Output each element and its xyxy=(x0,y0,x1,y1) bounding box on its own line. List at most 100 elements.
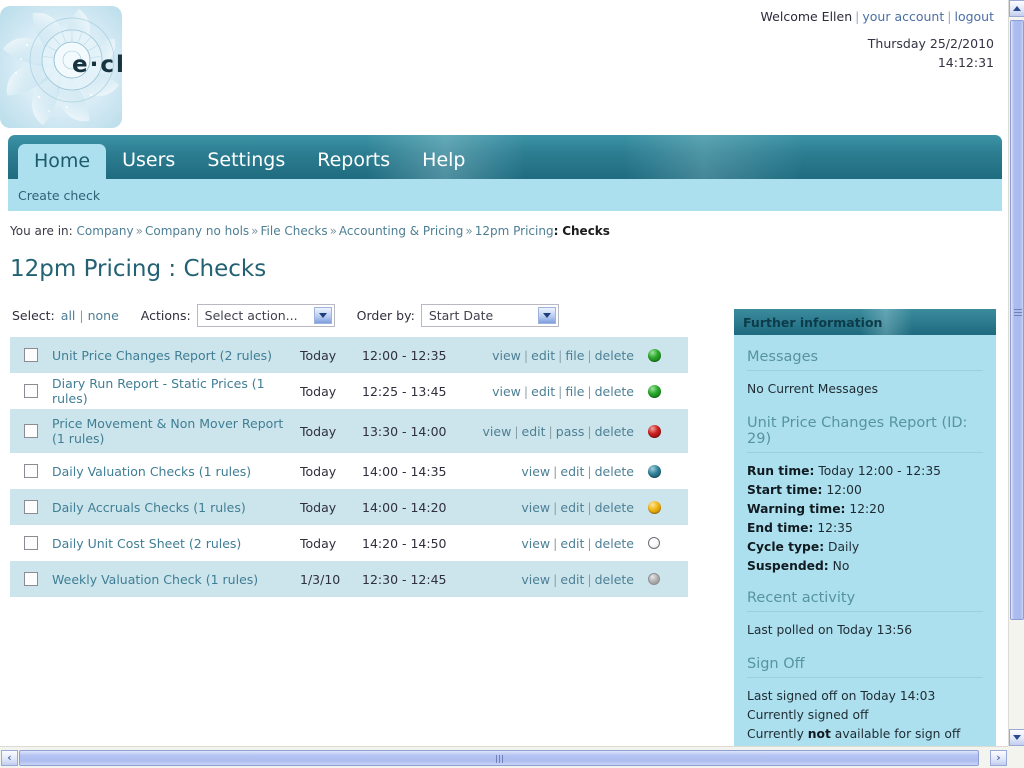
check-name-link[interactable]: Daily Unit Cost Sheet (2 rules) xyxy=(52,536,241,551)
row-time: 12:00 - 12:35 xyxy=(362,347,447,363)
order-by-select[interactable]: Start Date xyxy=(420,304,559,327)
tab-reports[interactable]: Reports xyxy=(301,151,406,179)
row-action-view[interactable]: view xyxy=(521,536,550,551)
tab-help[interactable]: Help xyxy=(406,151,481,179)
panel-detail-start-time: Start time: 12:00 xyxy=(747,481,983,500)
row-action-edit[interactable]: edit xyxy=(560,536,584,551)
row-action-delete[interactable]: delete xyxy=(595,384,634,399)
row-name-cell: Daily Unit Cost Sheet (2 rules) xyxy=(52,536,300,551)
chevron-down-icon[interactable] xyxy=(537,307,556,324)
breadcrumb-item-company[interactable]: Company xyxy=(77,224,134,238)
row-action-file[interactable]: file xyxy=(565,384,584,399)
row-action-view[interactable]: view xyxy=(483,424,512,439)
table-row[interactable]: Price Movement & Non Mover Report (1 rul… xyxy=(10,409,688,453)
row-action-edit[interactable]: edit xyxy=(531,384,555,399)
row-checkbox[interactable] xyxy=(24,500,38,514)
tab-users[interactable]: Users xyxy=(106,151,191,179)
row-action-view[interactable]: view xyxy=(521,500,550,515)
breadcrumb-item-accounting-pricing[interactable]: Accounting & Pricing xyxy=(339,224,463,238)
check-name-link[interactable]: Price Movement & Non Mover Report (1 rul… xyxy=(52,416,292,446)
check-name-link[interactable]: Daily Valuation Checks (1 rules) xyxy=(52,464,251,479)
tab-home[interactable]: Home xyxy=(18,144,107,179)
scroll-down-button[interactable] xyxy=(1009,729,1024,746)
row-action-delete[interactable]: delete xyxy=(595,424,634,439)
row-checkbox[interactable] xyxy=(24,424,38,438)
row-name-cell: Price Movement & Non Mover Report (1 rul… xyxy=(52,416,300,446)
select-all-link[interactable]: all xyxy=(61,308,76,323)
row-action-view[interactable]: view xyxy=(521,464,550,479)
scroll-right-button[interactable]: › xyxy=(990,749,1007,766)
row-action-view[interactable]: view xyxy=(492,384,521,399)
row-checkbox[interactable] xyxy=(24,384,38,398)
table-row[interactable]: Daily Valuation Checks (1 rules) Today 1… xyxy=(10,453,688,489)
row-action-edit[interactable]: edit xyxy=(560,500,584,515)
row-day: 1/3/10 xyxy=(300,571,341,587)
panel-detail-start-time-label: Start time: xyxy=(747,483,823,497)
row-action-delete[interactable]: delete xyxy=(595,536,634,551)
panel-signoff-line-3: Currently not available for sign off xyxy=(747,725,983,744)
panel-detail-suspended-value: No xyxy=(832,559,850,573)
panel-detail-cycle-type-value: Daily xyxy=(828,540,860,554)
panel-signoff-line-3-pre: Currently xyxy=(747,727,808,741)
row-checkbox[interactable] xyxy=(24,348,38,362)
row-action-pipe: | xyxy=(558,347,563,363)
breadcrumb-item-company-no-hols[interactable]: Company no hols xyxy=(145,224,249,238)
check-name-link[interactable]: Diary Run Report - Static Prices (1 rule… xyxy=(52,376,292,406)
panel-signoff-line-1: Last signed off on Today 14:03 xyxy=(747,689,936,703)
row-action-edit[interactable]: edit xyxy=(560,572,584,587)
table-row[interactable]: Daily Accruals Checks (1 rules) Today 14… xyxy=(10,489,688,525)
panel-signoff-line-3-post: available for sign off xyxy=(830,727,961,741)
row-checkbox[interactable] xyxy=(24,464,38,478)
row-action-delete[interactable]: delete xyxy=(595,464,634,479)
check-name-link[interactable]: Daily Accruals Checks (1 rules) xyxy=(52,500,246,515)
horizontal-scrollbar-track[interactable] xyxy=(19,749,989,766)
select-none-link[interactable]: none xyxy=(88,308,119,323)
breadcrumb-current: Checks xyxy=(562,224,610,238)
create-check-link[interactable]: Create check xyxy=(18,188,100,203)
horizontal-scrollbar[interactable]: ‹ › xyxy=(0,746,1008,768)
check-name-link[interactable]: Weekly Valuation Check (1 rules) xyxy=(52,572,258,587)
actions-select[interactable]: Select action... xyxy=(196,304,335,327)
table-row[interactable]: Diary Run Report - Static Prices (1 rule… xyxy=(10,373,688,409)
row-action-edit[interactable]: edit xyxy=(522,424,546,439)
table-row[interactable]: Weekly Valuation Check (1 rules) 1/3/10 … xyxy=(10,561,688,597)
select-pipe: | xyxy=(79,308,84,323)
row-action-delete[interactable]: delete xyxy=(595,572,634,587)
table-row[interactable]: Unit Price Changes Report (2 rules) Toda… xyxy=(10,337,688,373)
chevron-down-icon[interactable] xyxy=(313,307,332,324)
vertical-scrollbar-thumb[interactable] xyxy=(1010,20,1024,620)
actions-select-value: Select action... xyxy=(204,308,298,323)
row-action-pass[interactable]: pass xyxy=(556,424,585,439)
breadcrumb-item-file-checks[interactable]: File Checks xyxy=(261,224,328,238)
panel-detail-run-time-value: Today 12:00 - 12:35 xyxy=(818,464,941,478)
panel-detail-run-time-label: Run time: xyxy=(747,464,815,478)
your-account-link[interactable]: your account xyxy=(862,9,944,24)
table-row[interactable]: Daily Unit Cost Sheet (2 rules) Today 14… xyxy=(10,525,688,561)
row-actions: view | edit | file | delete xyxy=(468,384,648,399)
horizontal-scrollbar-thumb[interactable] xyxy=(19,749,979,766)
caret-up-icon xyxy=(1013,6,1021,11)
row-checkbox[interactable] xyxy=(24,536,38,550)
row-action-delete[interactable]: delete xyxy=(595,500,634,515)
row-action-edit[interactable]: edit xyxy=(531,348,555,363)
row-action-view[interactable]: view xyxy=(521,572,550,587)
breadcrumb-item-12pm-pricing[interactable]: 12pm Pricing xyxy=(475,224,554,238)
row-checkbox[interactable] xyxy=(24,572,38,586)
page-viewport: e·check Welcome Ellen|your account|logou… xyxy=(0,0,1008,746)
scroll-left-button[interactable]: ‹ xyxy=(1,749,18,766)
panel-detail-end-time-value: 12:35 xyxy=(817,521,853,535)
order-by-select-value: Start Date xyxy=(428,308,494,323)
scroll-up-button[interactable] xyxy=(1009,0,1024,17)
row-action-file[interactable]: file xyxy=(565,348,584,363)
logout-link[interactable]: logout xyxy=(954,9,994,24)
logo-wordmark: e·check xyxy=(72,52,122,78)
vertical-scrollbar[interactable] xyxy=(1008,0,1024,768)
tab-settings[interactable]: Settings xyxy=(191,151,301,179)
panel-detail-suspended-label: Suspended: xyxy=(747,559,829,573)
panel-detail-start-time-value: 12:00 xyxy=(826,483,862,497)
row-actions: view | edit | delete xyxy=(468,572,648,587)
check-name-link[interactable]: Unit Price Changes Report (2 rules) xyxy=(52,348,272,363)
row-action-view[interactable]: view xyxy=(492,348,521,363)
row-action-edit[interactable]: edit xyxy=(560,464,584,479)
row-action-delete[interactable]: delete xyxy=(595,348,634,363)
